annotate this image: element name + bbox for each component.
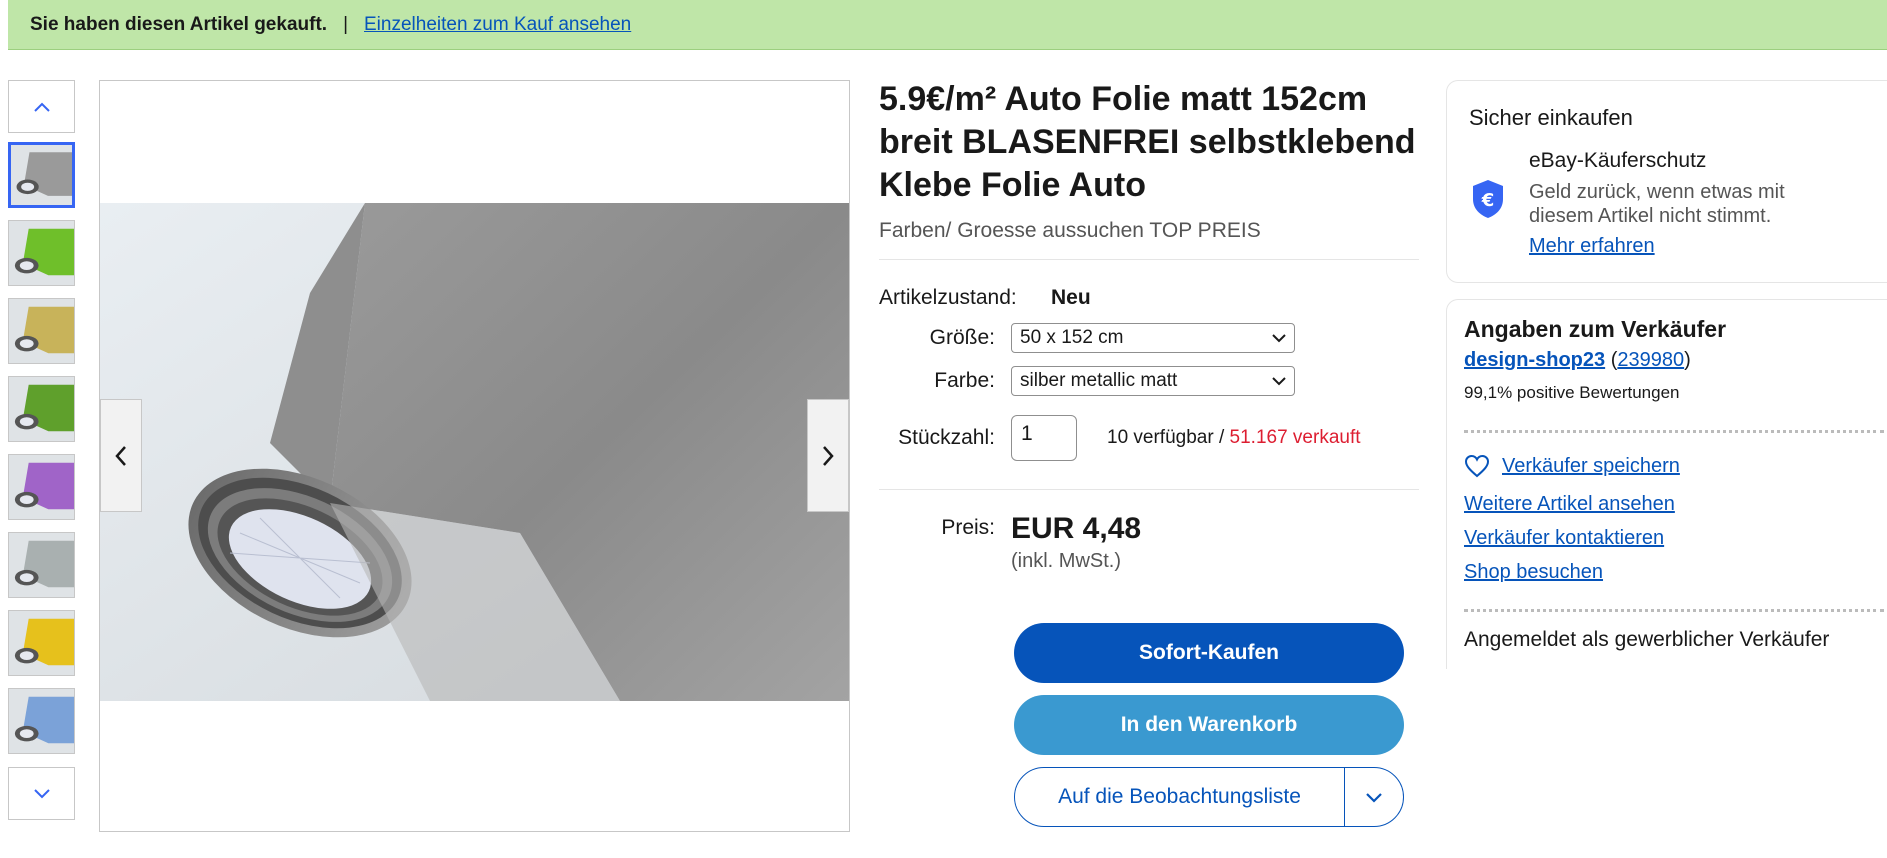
secure-shopping-card: Sicher einkaufen € eBay-Käuferschutz Gel… — [1446, 80, 1887, 283]
thumbnail-gallery — [8, 80, 76, 820]
price-label: Preis: — [941, 516, 995, 539]
seller-feedback-score-link[interactable]: 239980 — [1617, 349, 1684, 371]
buy-now-button[interactable]: Sofort-Kaufen — [1014, 623, 1404, 683]
size-label: Größe: — [929, 326, 995, 349]
visit-shop-link[interactable]: Shop besuchen — [1464, 561, 1603, 584]
quantity-row: Stückzahl: 1 10 verfügbar / 51.167 verka… — [879, 415, 1419, 490]
previous-image-button[interactable] — [100, 399, 142, 512]
buyer-protection-title: eBay-Käuferschutz — [1529, 149, 1707, 172]
purchase-details-link[interactable]: Einzelheiten zum Kauf ansehen — [364, 14, 631, 36]
available-count: 10 verfügbar / — [1107, 427, 1225, 448]
seller-name-link[interactable]: design-shop23 — [1464, 349, 1605, 371]
add-to-cart-button[interactable]: In den Warenkorb — [1014, 695, 1404, 755]
main-product-image[interactable] — [99, 80, 850, 832]
thumbnail-olive-green[interactable] — [8, 376, 75, 442]
euro-shield-icon: € — [1473, 180, 1503, 218]
thumbnail-image — [9, 611, 74, 675]
seller-score-close: ) — [1684, 349, 1691, 371]
chevron-down-icon — [1272, 376, 1286, 385]
thumbnail-silver-matte[interactable] — [8, 142, 75, 208]
thumbnail-image — [9, 221, 74, 285]
tax-note: (inkl. MwSt.) — [1011, 550, 1121, 572]
condition-label: Artikelzustand: — [879, 286, 1017, 309]
chevron-left-icon — [115, 445, 126, 466]
size-select-value: 50 x 152 cm — [1020, 327, 1124, 348]
product-info: 5.9€/m² Auto Folie matt 152cm breit BLAS… — [879, 78, 1419, 827]
thumbnail-list — [8, 142, 76, 754]
divider — [1464, 609, 1884, 612]
thumbnail-gold[interactable] — [8, 298, 75, 364]
watchlist-dropdown-button[interactable] — [1345, 792, 1403, 803]
seller-name-row: design-shop23 (239980) — [1464, 349, 1691, 372]
thumbnail-image — [9, 299, 74, 363]
thumbnail-green[interactable] — [8, 220, 75, 286]
svg-text:€: € — [1481, 190, 1495, 211]
watchlist-button-group: Auf die Beobachtungsliste — [1014, 767, 1404, 827]
next-image-button[interactable] — [807, 399, 849, 512]
sold-count: 51.167 verkauft — [1229, 427, 1361, 448]
add-to-watchlist-button[interactable]: Auf die Beobachtungsliste — [1015, 768, 1345, 826]
chevron-right-icon — [823, 445, 834, 466]
thumbnail-yellow[interactable] — [8, 610, 75, 676]
seller-card: Angaben zum Verkäufer design-shop23 (239… — [1446, 299, 1887, 669]
size-select[interactable]: 50 x 152 cm — [1011, 323, 1295, 353]
banner-separator: | — [343, 13, 348, 35]
thumbnail-image — [11, 145, 72, 205]
size-row: Größe: 50 x 152 cm — [879, 323, 1419, 353]
thumbnail-image — [9, 455, 74, 519]
thumbnail-blue[interactable] — [8, 688, 75, 754]
color-row: Farbe: silber metallic matt — [879, 366, 1419, 396]
availability-text: 10 verfügbar / 51.167 verkauft — [1107, 427, 1361, 449]
purchase-banner: Sie haben diesen Artikel gekauft. | Einz… — [8, 0, 1887, 50]
save-seller-link[interactable]: Verkäufer speichern — [1502, 455, 1680, 478]
product-photo — [100, 203, 849, 701]
heart-icon[interactable] — [1464, 454, 1490, 478]
thumbnail-silver[interactable] — [8, 532, 75, 598]
chevron-down-icon — [33, 788, 50, 798]
learn-more-link[interactable]: Mehr erfahren — [1529, 235, 1655, 258]
color-select-value: silber metallic matt — [1020, 370, 1178, 391]
seller-positive-rating: 99,1% positive Bewertungen — [1464, 383, 1680, 402]
color-select[interactable]: silber metallic matt — [1011, 366, 1295, 396]
divider — [1464, 430, 1884, 433]
purchase-banner-text: Sie haben diesen Artikel gekauft. — [30, 13, 328, 35]
buyer-protection-description: Geld zurück, wenn etwas mit diesem Artik… — [1529, 181, 1785, 227]
contact-seller-link[interactable]: Verkäufer kontaktieren — [1464, 527, 1664, 550]
condition-row: Artikelzustand: Neu — [879, 286, 1419, 310]
price-row: Preis: EUR 4,48 (inkl. MwSt.) — [879, 512, 1419, 573]
product-title: 5.9€/m² Auto Folie matt 152cm breit BLAS… — [879, 80, 1416, 204]
business-seller-note: Angemeldet als gewerblicher Verkäufer — [1464, 628, 1830, 651]
thumbnail-scroll-up-button[interactable] — [8, 80, 75, 133]
thumbnail-scroll-down-button[interactable] — [8, 767, 75, 820]
thumbnail-image — [9, 689, 74, 753]
seller-card-frame: Angaben zum Verkäufer design-shop23 (239… — [1446, 299, 1887, 669]
thumbnail-purple[interactable] — [8, 454, 75, 520]
price-value: EUR 4,48 — [1011, 512, 1142, 545]
product-subtitle: Farben/ Groesse aussuchen TOP PREIS — [879, 219, 1419, 260]
chevron-down-icon — [1272, 333, 1286, 342]
more-items-link[interactable]: Weitere Artikel ansehen — [1464, 493, 1675, 516]
quantity-label: Stückzahl: — [898, 426, 995, 449]
thumbnail-image — [9, 377, 74, 441]
color-label: Farbe: — [934, 369, 995, 392]
condition-value: Neu — [1051, 286, 1091, 309]
seller-section-title: Angaben zum Verkäufer — [1464, 316, 1727, 342]
quantity-input[interactable]: 1 — [1011, 415, 1077, 461]
chevron-down-icon — [1366, 792, 1382, 803]
secure-shopping-title: Sicher einkaufen — [1469, 105, 1633, 130]
chevron-up-icon — [33, 102, 50, 112]
thumbnail-image — [9, 533, 74, 597]
